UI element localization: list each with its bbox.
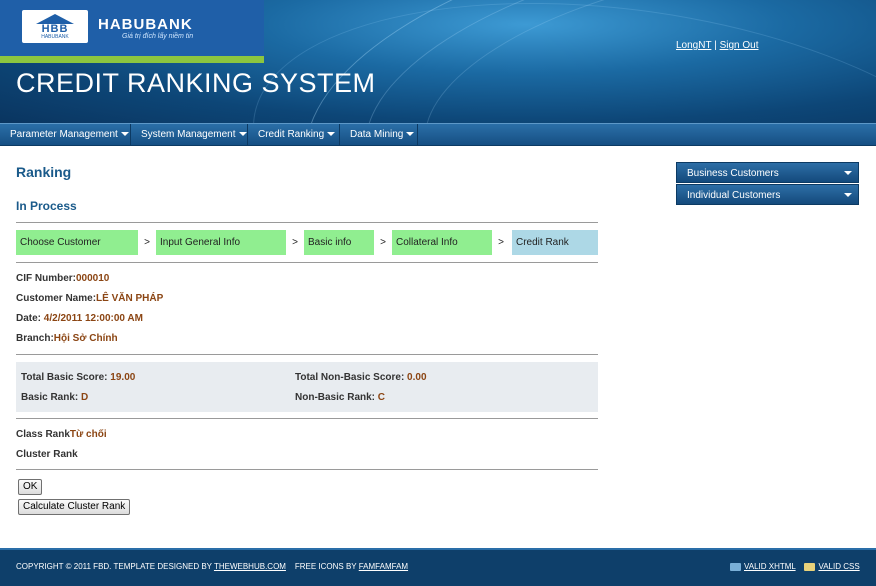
logo-subtext: HABUBANK xyxy=(41,34,69,40)
step-credit-rank: Credit Rank xyxy=(512,230,598,255)
nonbasic-rank-label: Non-Basic Rank: xyxy=(295,392,376,403)
total-nonbasic-value: 0.00 xyxy=(404,372,427,383)
class-rank-value: Từ chối xyxy=(69,429,107,440)
chevron-down-icon xyxy=(844,193,852,197)
logo-area: HBB HABUBANK HABUBANK Giá trị đích lấy n… xyxy=(0,0,264,56)
accent-bar xyxy=(0,56,264,63)
cluster-rank: Cluster Rank xyxy=(16,449,78,460)
branch-value: Hội Sở Chính xyxy=(53,333,118,344)
step-basic-info: Basic info xyxy=(304,230,374,255)
divider xyxy=(16,354,598,355)
section-title: In Process xyxy=(16,199,77,213)
valid-css-link[interactable]: Valid CSS xyxy=(818,562,859,571)
customer-name: Customer Name:LÊ VĂN PHÁP xyxy=(16,293,163,304)
customer-name-label: Customer Name: xyxy=(16,293,97,304)
side-item-business-customers[interactable]: Business Customers xyxy=(676,162,859,183)
nav-item-credit-ranking[interactable]: Credit Ranking xyxy=(248,124,340,146)
user-name-link[interactable]: LongNT xyxy=(676,40,711,51)
css-icon xyxy=(804,562,816,571)
progress-steps: Choose Customer > Input General Info > B… xyxy=(16,230,598,255)
rank-date: Date: 4/2/2011 12:00:00 AM xyxy=(16,313,143,324)
bank-name: HABUBANK xyxy=(98,16,193,33)
main-nav: Parameter Management System Management C… xyxy=(0,123,876,146)
class-rank-label: Class Rank xyxy=(16,429,70,440)
total-nonbasic-label: Total Non-Basic Score: xyxy=(295,372,405,383)
system-title: CREDIT RANKING SYSTEM xyxy=(16,68,376,98)
chevron-down-icon xyxy=(327,132,336,137)
nav-item-parameter-management[interactable]: Parameter Management xyxy=(0,124,131,146)
nav-item-data-mining[interactable]: Data Mining xyxy=(340,124,418,146)
bank-slogan: Giá trị đích lấy niềm tin xyxy=(122,33,194,40)
divider xyxy=(16,469,598,470)
total-basic-score: Total Basic Score: 19.00 xyxy=(21,372,135,383)
nonbasic-rank-value: C xyxy=(375,392,386,403)
total-basic-value: 19.00 xyxy=(107,372,136,383)
header: HBB HABUBANK HABUBANK Giá trị đích lấy n… xyxy=(0,0,876,123)
side-menu: Business Customers Individual Customers xyxy=(676,162,859,206)
step-separator: > xyxy=(374,230,392,255)
cluster-rank-label: Cluster Rank xyxy=(16,449,78,460)
basic-rank: Basic Rank: D xyxy=(21,392,88,403)
footer-credits: Copyright © 2011 FBD. Template designed … xyxy=(16,562,408,571)
nav-item-system-management[interactable]: System Management xyxy=(131,124,248,146)
step-collateral-info: Collateral Info xyxy=(392,230,492,255)
date-value: 4/2/2011 12:00:00 AM xyxy=(41,313,143,324)
branch-label: Branch: xyxy=(16,333,54,344)
nav-item-label: Data Mining xyxy=(350,129,404,140)
branch: Branch:Hội Sở Chính xyxy=(16,333,118,344)
nav-item-label: System Management xyxy=(141,129,236,140)
side-item-label: Business Customers xyxy=(687,168,779,179)
divider xyxy=(16,418,598,419)
chevron-down-icon xyxy=(120,132,129,137)
chevron-down-icon xyxy=(844,171,852,175)
footer-validators: Valid XHTML Valid CSS xyxy=(730,562,860,571)
date-label: Date: xyxy=(16,313,42,324)
basic-rank-label: Basic Rank: xyxy=(21,392,79,403)
side-item-label: Individual Customers xyxy=(687,190,781,201)
bank-logo-icon: HBB HABUBANK xyxy=(22,10,88,43)
customer-name-value: LÊ VĂN PHÁP xyxy=(96,293,164,304)
step-choose-customer: Choose Customer xyxy=(16,230,138,255)
divider xyxy=(16,222,598,223)
page-title: Ranking xyxy=(16,164,72,180)
link-separator: | xyxy=(714,40,717,51)
user-links: LongNT | Sign Out xyxy=(676,40,759,51)
xhtml-icon xyxy=(730,562,741,571)
divider xyxy=(16,262,598,263)
step-input-general-info: Input General Info xyxy=(156,230,286,255)
cif-value: 000010 xyxy=(76,273,110,284)
basic-rank-value: D xyxy=(78,392,89,403)
designer-link[interactable]: TheWebHub.com xyxy=(214,562,286,571)
step-separator: > xyxy=(286,230,304,255)
side-item-individual-customers[interactable]: Individual Customers xyxy=(676,184,859,205)
nonbasic-rank: Non-Basic Rank: C xyxy=(295,392,385,403)
cif-label: CIF Number: xyxy=(16,273,76,284)
footer: Copyright © 2011 FBD. Template designed … xyxy=(0,548,876,586)
ok-button[interactable]: OK xyxy=(18,479,43,495)
total-basic-label: Total Basic Score: xyxy=(21,372,108,383)
total-nonbasic-score: Total Non-Basic Score: 0.00 xyxy=(295,372,427,383)
icons-credit-text: Free icons by xyxy=(294,562,357,571)
chevron-down-icon xyxy=(238,132,247,137)
chevron-down-icon xyxy=(406,132,415,137)
icons-link[interactable]: famfamfam xyxy=(359,562,408,571)
calculate-cluster-rank-button[interactable]: Calculate Cluster Rank xyxy=(18,499,131,515)
step-separator: > xyxy=(492,230,510,255)
step-separator: > xyxy=(138,230,156,255)
valid-xhtml-link[interactable]: Valid XHTML xyxy=(744,562,796,571)
cif-number: CIF Number:000010 xyxy=(16,273,109,284)
nav-item-label: Credit Ranking xyxy=(258,129,325,140)
sign-out-link[interactable]: Sign Out xyxy=(720,40,759,51)
score-summary: Total Basic Score: 19.00 Total Non-Basic… xyxy=(16,362,598,412)
class-rank: Class RankTừ chối xyxy=(16,429,107,440)
nav-item-label: Parameter Management xyxy=(10,129,118,140)
copyright-text: Copyright © 2011 FBD. Template designed … xyxy=(16,562,212,571)
